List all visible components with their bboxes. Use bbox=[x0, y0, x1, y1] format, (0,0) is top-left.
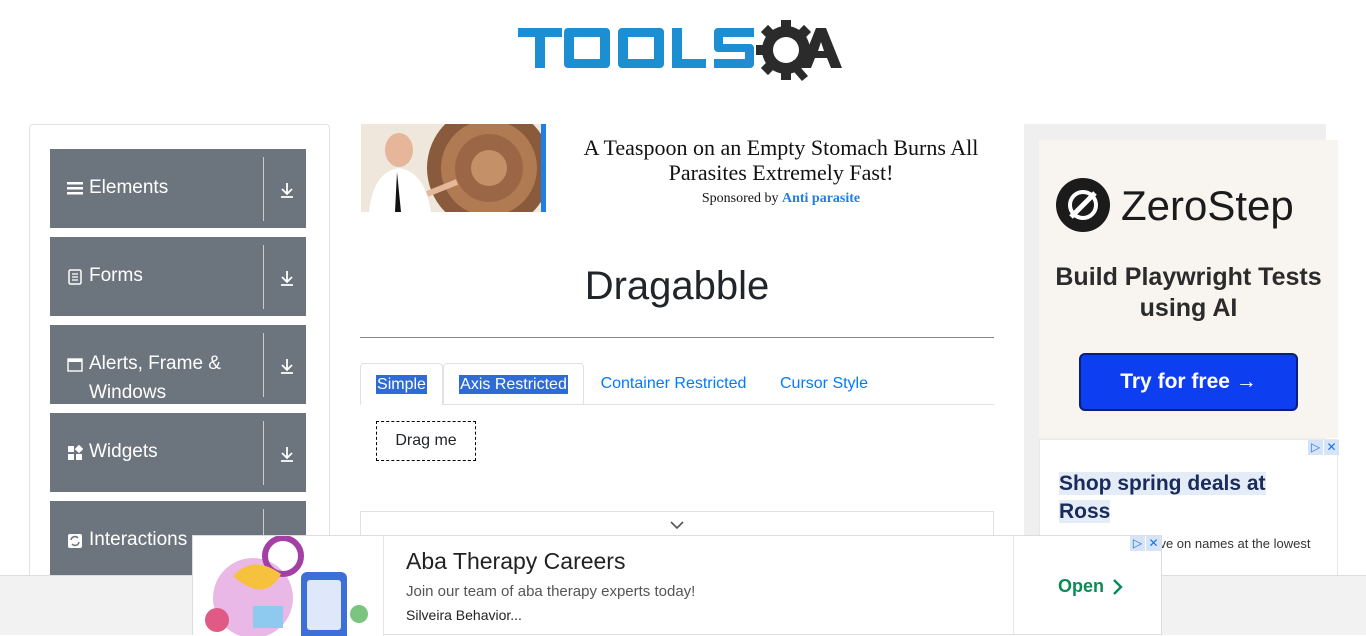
draggable-box[interactable]: Drag me bbox=[376, 421, 476, 461]
close-ad-icon[interactable]: ✕ bbox=[1324, 440, 1339, 455]
bottom-advertisement[interactable]: ▷ ✕ Aba Therapy Careers Join our team of… bbox=[192, 535, 1162, 636]
divider bbox=[263, 245, 264, 309]
bottom-ad-title[interactable]: Aba Therapy Careers bbox=[406, 548, 625, 575]
divider bbox=[263, 333, 264, 397]
divider bbox=[263, 421, 264, 485]
tab-simple[interactable]: Simple bbox=[360, 363, 443, 405]
try-for-free-button[interactable]: Try for free → bbox=[1079, 353, 1298, 411]
adchoices-icon[interactable]: ▷ bbox=[1308, 440, 1323, 455]
tab-bar: Simple Axis Restricted Container Restric… bbox=[360, 363, 994, 405]
widgets-icon bbox=[68, 445, 83, 460]
sidebar-group-alerts[interactable]: Alerts, Frame & Windows bbox=[50, 325, 306, 405]
zerostep-brand: ZeroStep bbox=[1121, 182, 1294, 229]
top-advertisement[interactable]: A Teaspoon on an Empty Stomach Burns All… bbox=[361, 124, 1013, 212]
ross-ad-title[interactable]: Shop spring deals at Ross bbox=[1059, 470, 1289, 526]
document-icon bbox=[68, 269, 82, 285]
sidebar-group-elements[interactable]: Elements bbox=[50, 149, 306, 229]
download-icon[interactable] bbox=[278, 181, 296, 199]
zerostep-tagline: Build Playwright Tests using AI bbox=[1055, 263, 1322, 322]
sidebar-group-forms[interactable]: Forms bbox=[50, 237, 306, 317]
download-icon[interactable] bbox=[278, 269, 296, 287]
page-title: Dragabble bbox=[584, 264, 770, 308]
ad-sponsored-by: Sponsored by bbox=[701, 191, 779, 206]
tab-label: Cursor Style bbox=[779, 375, 869, 392]
window-icon bbox=[67, 358, 83, 372]
sidebar-group-label: Widgets bbox=[89, 441, 158, 462]
interactions-icon bbox=[68, 534, 82, 548]
ad-image[interactable] bbox=[361, 124, 543, 212]
tab-label: Container Restricted bbox=[600, 375, 747, 392]
sidebar-group-label: Elements bbox=[89, 177, 169, 198]
bottom-ad-image[interactable] bbox=[193, 536, 384, 636]
ad-sponsor-line: Sponsored by Anti parasite bbox=[551, 191, 1011, 207]
chevron-down-icon[interactable] bbox=[669, 517, 685, 533]
ad-accent-bar bbox=[541, 124, 546, 212]
ad-headline[interactable]: A Teaspoon on an Empty Stomach Burns All… bbox=[551, 135, 1011, 185]
divider bbox=[360, 337, 994, 338]
tab-label: Axis Restricted bbox=[459, 375, 568, 394]
sidebar: Elements Forms Alerts, Frame & Windows W… bbox=[29, 124, 330, 594]
tab-label: Simple bbox=[376, 375, 427, 394]
ad-sponsor-link[interactable]: Anti parasite bbox=[782, 191, 860, 206]
open-ad-button[interactable]: Open bbox=[1013, 536, 1161, 634]
bottom-ad-advertiser: Silveira Behavior... bbox=[406, 607, 522, 623]
zerostep-logo-icon bbox=[1056, 178, 1110, 232]
ross-ad-title-text: Shop spring deals at Ross bbox=[1059, 472, 1266, 523]
sidebar-group-label: Forms bbox=[89, 265, 143, 286]
sidebar-group-label: Alerts, Frame & Windows bbox=[89, 353, 221, 403]
bottom-ad-description: Join our team of aba therapy experts tod… bbox=[406, 583, 696, 600]
tab-axis-restricted[interactable]: Axis Restricted bbox=[443, 363, 584, 405]
chevron-right-icon bbox=[1113, 579, 1123, 595]
download-icon[interactable] bbox=[278, 357, 296, 375]
hamburger-icon bbox=[67, 182, 83, 195]
tab-container-restricted[interactable]: Container Restricted bbox=[586, 363, 761, 405]
sidebar-group-widgets[interactable]: Widgets bbox=[50, 413, 306, 493]
tab-cursor-style[interactable]: Cursor Style bbox=[764, 363, 884, 405]
zerostep-advertisement[interactable]: ZeroStep Build Playwright Tests using AI… bbox=[1039, 140, 1338, 438]
open-ad-label: Open bbox=[1058, 576, 1105, 596]
toolsqa-logo[interactable] bbox=[518, 14, 842, 92]
download-icon[interactable] bbox=[278, 445, 296, 463]
divider bbox=[263, 157, 264, 221]
